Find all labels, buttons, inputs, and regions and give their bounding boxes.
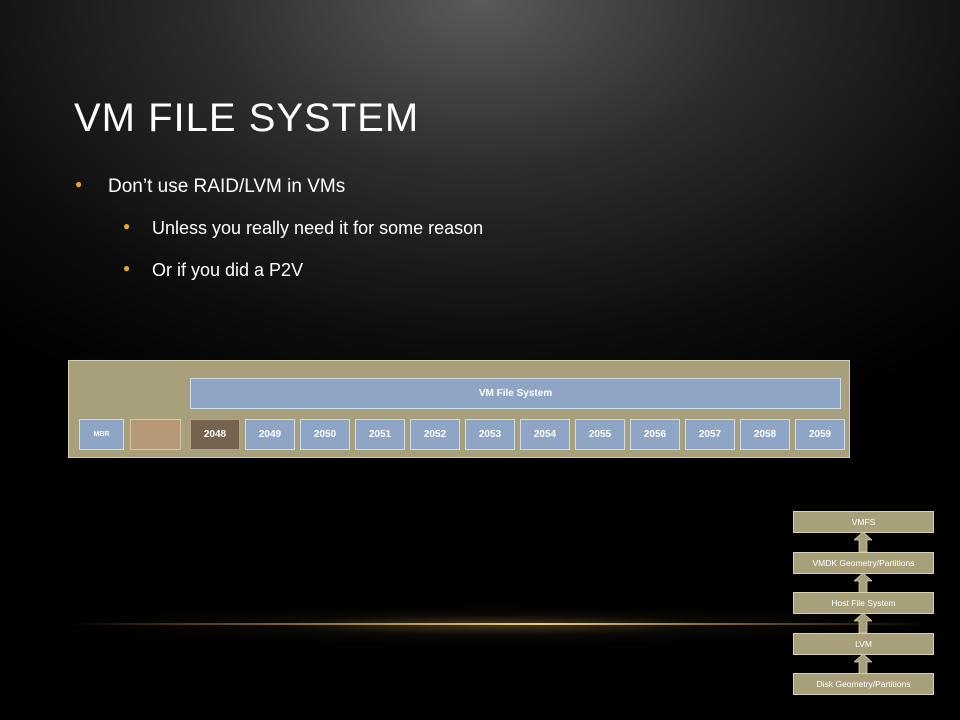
sector-block: 2055 xyxy=(575,419,625,450)
layer-box: LVM xyxy=(793,633,934,655)
up-arrow-icon xyxy=(854,654,872,674)
sub-bullet-item: ● Or if you did a P2V xyxy=(123,260,304,281)
unallocated-gap-block xyxy=(130,419,181,450)
bullet-dot-icon: ● xyxy=(75,177,83,191)
bullet-dot-icon: ● xyxy=(123,261,131,275)
up-arrow-icon xyxy=(854,573,872,593)
bullet-item: ● Don’t use RAID/LVM in VMs xyxy=(75,176,346,198)
sector-block: 2058 xyxy=(740,419,790,450)
sector-block: 2049 xyxy=(245,419,295,450)
sector-block: 2054 xyxy=(520,419,570,450)
up-arrow-icon xyxy=(854,613,872,633)
vm-file-system-bar: VM File System xyxy=(190,378,841,409)
bullet-text: Unless you really need it for some reaso… xyxy=(152,218,484,238)
sector-block: 2053 xyxy=(465,419,515,450)
sector-block: 2051 xyxy=(355,419,405,450)
sub-bullet-item: ● Unless you really need it for some rea… xyxy=(123,218,484,239)
sector-block: 2052 xyxy=(410,419,460,450)
sector-block: 2048 xyxy=(190,419,240,450)
layer-stack-diagram: VMFS VMDK Geometry/Partitions Host File Sy… xyxy=(793,511,934,697)
up-arrow-icon xyxy=(854,532,872,552)
layer-box: VMFS xyxy=(793,511,934,533)
bullet-dot-icon: ● xyxy=(123,219,131,233)
sector-block: 2050 xyxy=(300,419,350,450)
layer-box: Disk Geometry/Partitions xyxy=(793,673,934,695)
disk-layout-diagram: VM File System MBR 2048 2049 2050 2051 2052 2… xyxy=(68,360,850,458)
slide-title: VM FILE SYSTEM xyxy=(74,96,420,140)
bullet-text: Don’t use RAID/LVM in VMs xyxy=(108,176,346,197)
layer-box: VMDK Geometry/Partitions xyxy=(793,552,934,574)
layer-box: Host File System xyxy=(793,592,934,614)
mbr-block: MBR xyxy=(79,419,124,450)
sector-block: 2059 xyxy=(795,419,845,450)
sector-block: 2056 xyxy=(630,419,680,450)
bullet-text: Or if you did a P2V xyxy=(152,260,304,280)
sector-block: 2057 xyxy=(685,419,735,450)
